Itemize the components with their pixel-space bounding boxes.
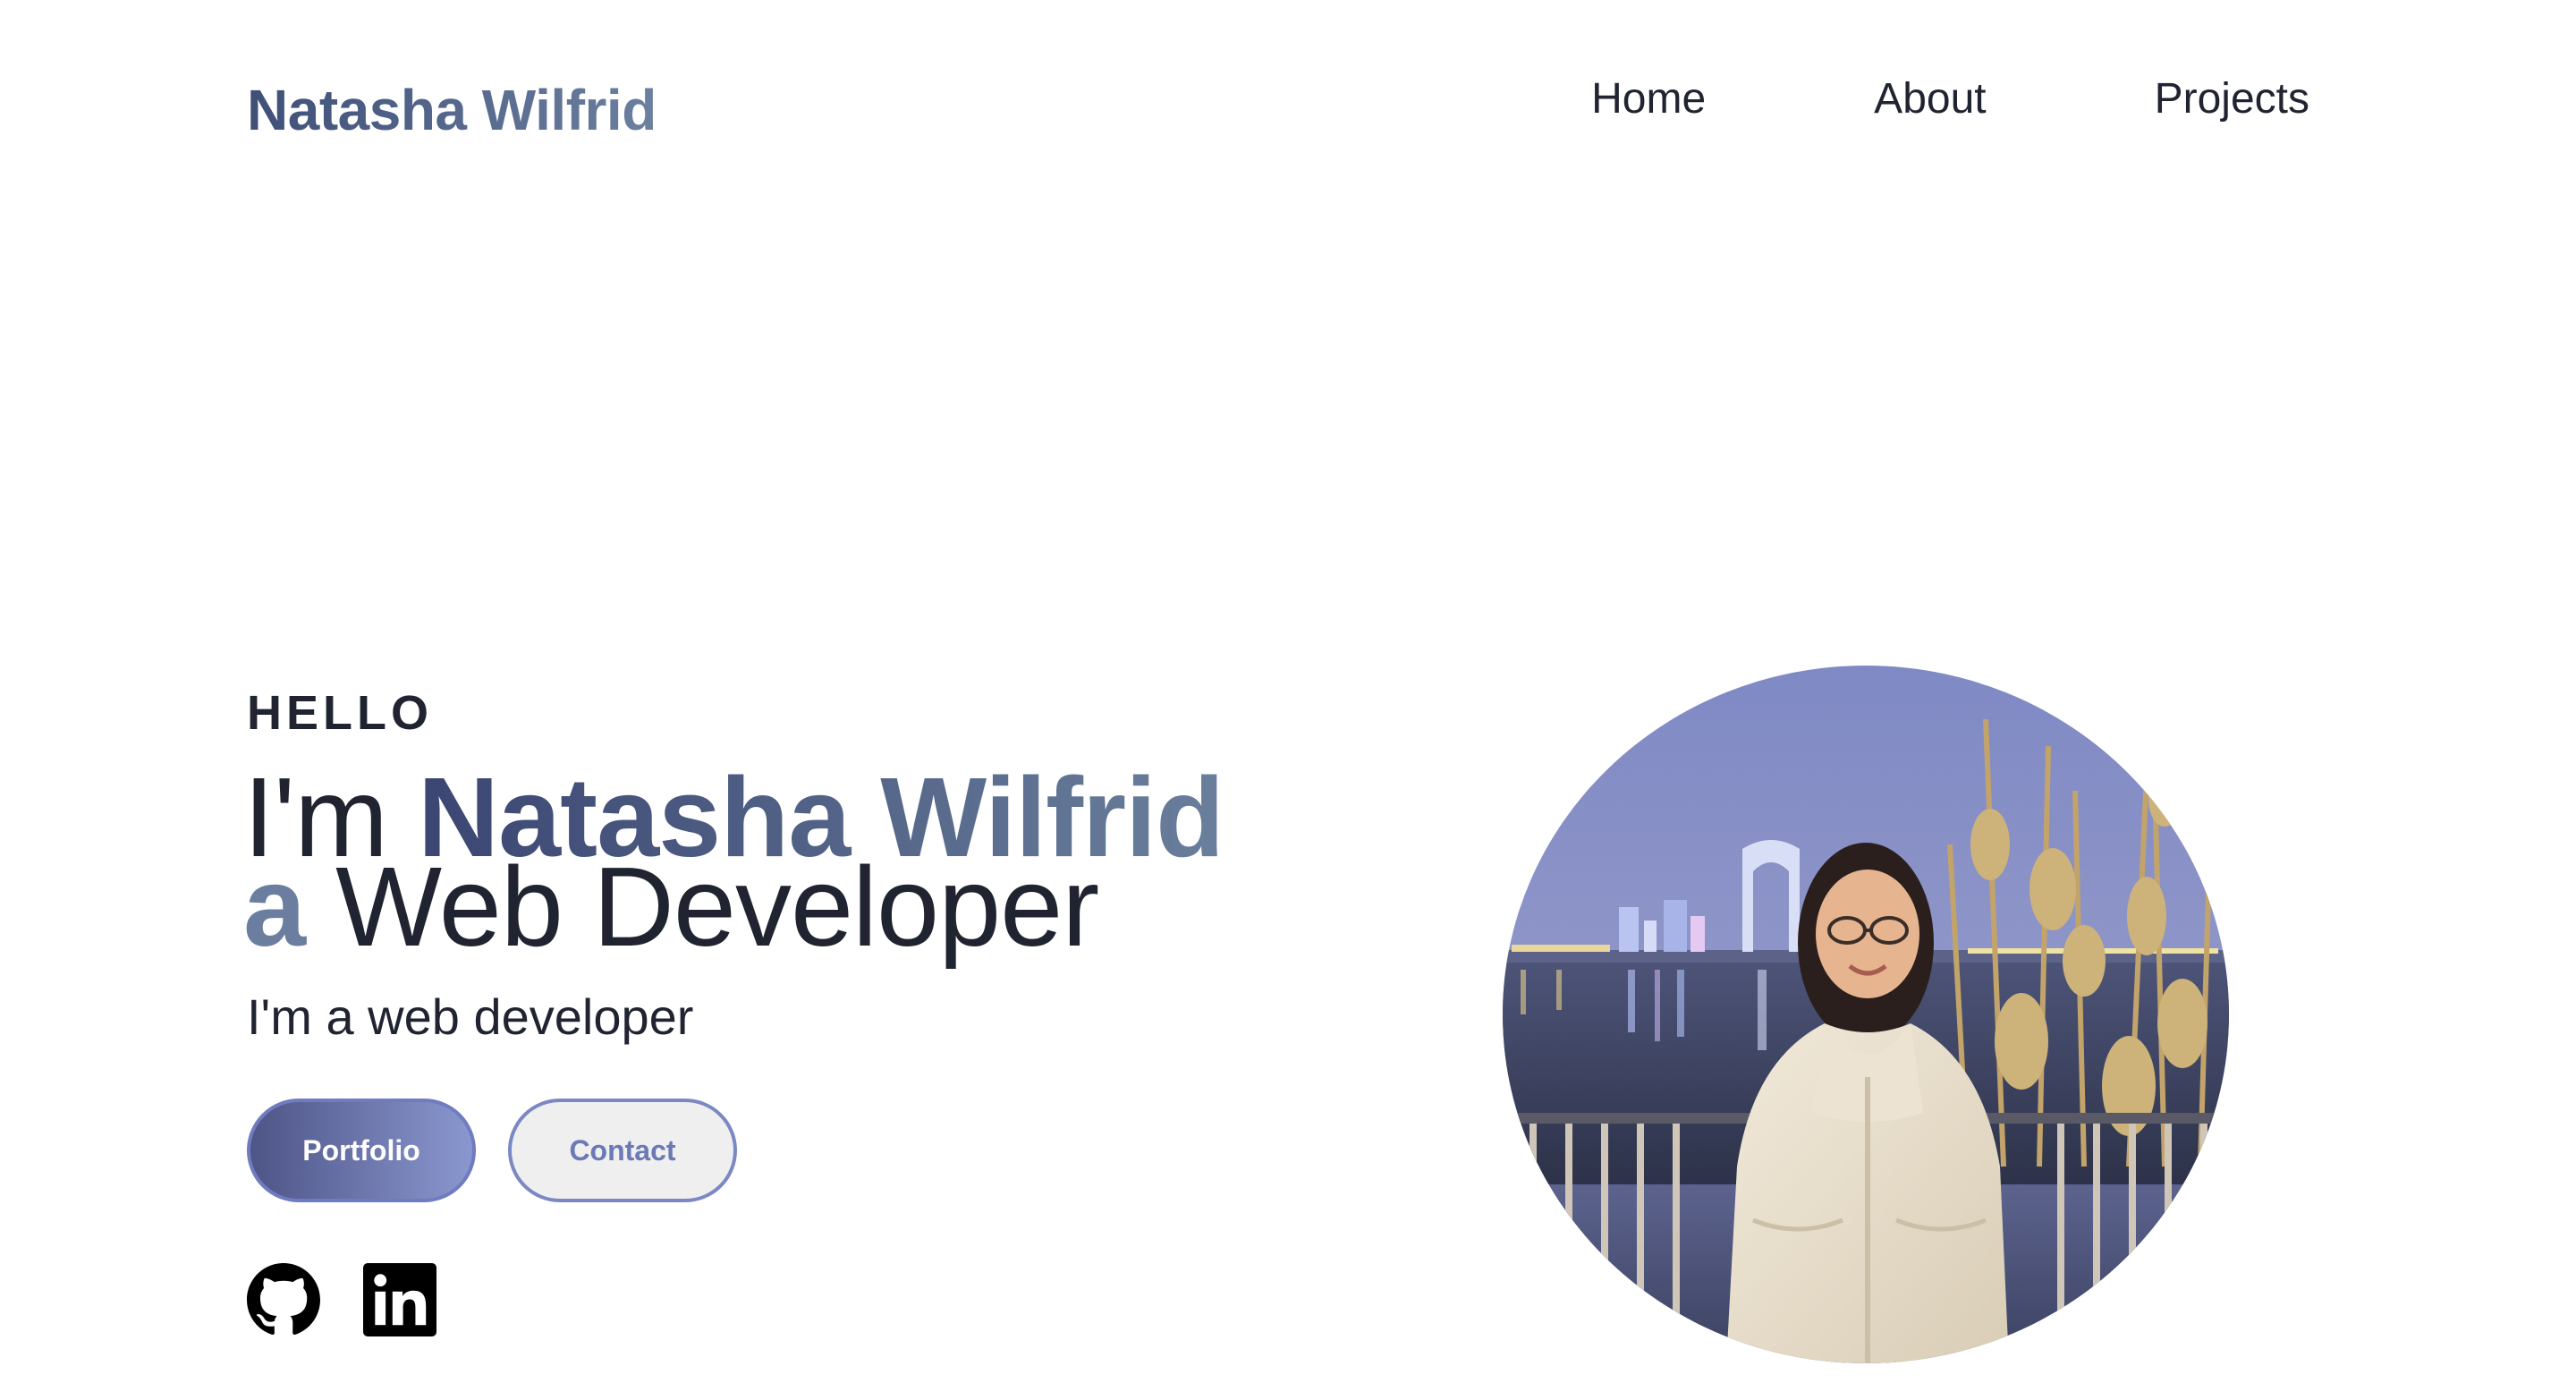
nav-about[interactable]: About xyxy=(1874,73,1986,125)
main-nav: Home About Projects xyxy=(1591,73,2309,125)
hero-greeting: HELLO xyxy=(247,686,433,740)
contact-button[interactable]: Contact xyxy=(508,1099,737,1202)
headline-role: Web Developer xyxy=(335,844,1099,970)
profile-photo-illustration xyxy=(1503,666,2229,1363)
nav-home[interactable]: Home xyxy=(1591,73,1706,125)
profile-photo xyxy=(1503,666,2229,1363)
headline-line-2: a Web Developer xyxy=(243,851,1224,963)
site-logo[interactable]: Natasha Wilfrid xyxy=(247,79,657,142)
linkedin-icon[interactable] xyxy=(363,1263,436,1336)
headline-a: a xyxy=(243,844,306,970)
github-icon[interactable] xyxy=(247,1263,320,1336)
portfolio-page: Natasha Wilfrid Home About Projects HELL… xyxy=(0,0,2576,1383)
nav-projects[interactable]: Projects xyxy=(2155,73,2309,125)
portfolio-button[interactable]: Portfolio xyxy=(247,1099,476,1202)
hero-headline: I'm Natasha Wilfrid a Web Developer xyxy=(243,761,1224,963)
social-links xyxy=(247,1263,436,1336)
hero-subtitle: I'm a web developer xyxy=(247,988,694,1045)
